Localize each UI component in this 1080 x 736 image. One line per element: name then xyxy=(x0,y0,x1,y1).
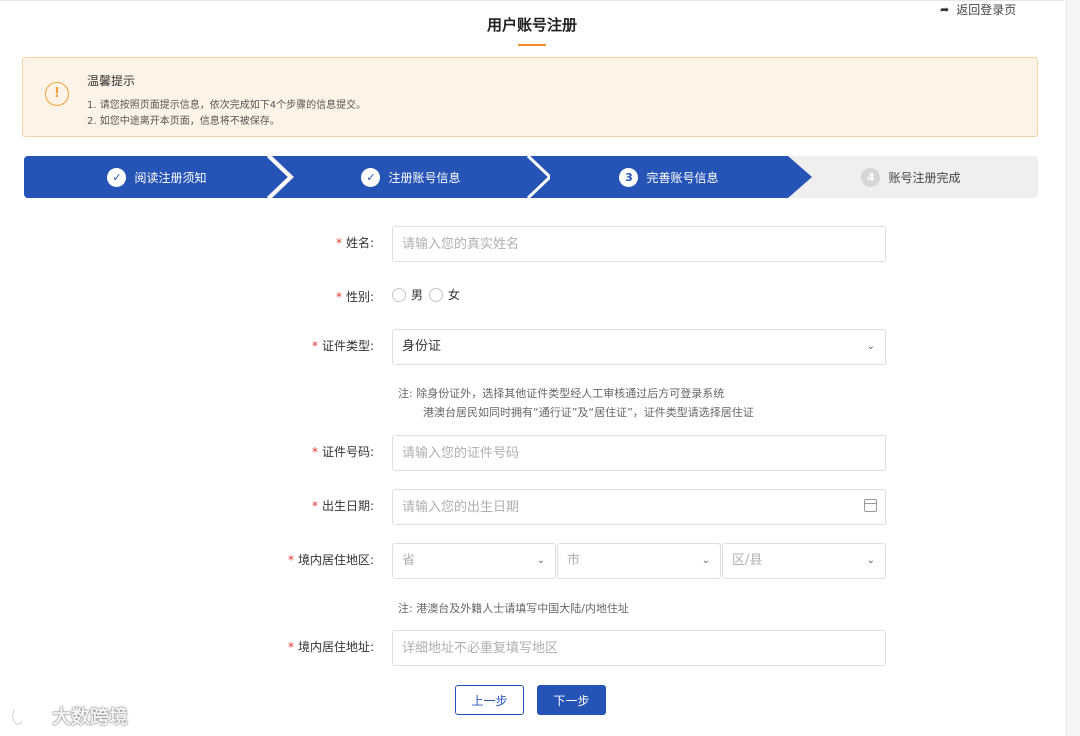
address-label: * 境内居住地址: xyxy=(287,640,374,654)
id-type-note: 注: 除身份证外，选择其他证件类型经人工审核通过后方可登录系统 xyxy=(398,387,725,400)
district-placeholder: 区/县 xyxy=(732,553,763,568)
step-number-badge: 3 xyxy=(619,167,639,187)
city-select[interactable]: 市 ⌄ xyxy=(557,543,721,579)
watermark-logo-icon xyxy=(11,707,45,725)
chevron-down-icon: ⌄ xyxy=(866,555,875,566)
watermark: 大数跨境 xyxy=(10,702,128,729)
calendar-icon[interactable] xyxy=(864,499,877,512)
id-type-select[interactable]: 身份证 ⌄ xyxy=(392,329,886,365)
prev-step-button[interactable]: 上一步 xyxy=(455,685,524,715)
birth-date-field xyxy=(392,489,886,525)
district-select[interactable]: 区/县 ⌄ xyxy=(722,543,886,579)
chevron-down-icon: ⌄ xyxy=(701,555,710,566)
step-number-badge: 4 xyxy=(861,167,881,187)
gender-male-radio[interactable] xyxy=(392,287,406,302)
city-placeholder: 市 xyxy=(567,553,581,568)
step-label: 账号注册完成 xyxy=(888,170,961,185)
address-input[interactable] xyxy=(392,630,886,666)
next-step-button[interactable]: 下一步 xyxy=(537,685,606,715)
region-label: * 境内居住地区: xyxy=(287,553,374,567)
chevron-down-icon: ⌄ xyxy=(536,555,545,566)
id-number-input[interactable] xyxy=(392,435,886,471)
check-icon: ✓ xyxy=(361,167,381,187)
scrollbar-track[interactable] xyxy=(1066,0,1080,736)
region-note: 注: 港澳台及外籍人士请填写中国大陆/内地住址 xyxy=(398,602,629,615)
gender-female-label[interactable]: 女 xyxy=(448,286,460,303)
watermark-text: 大数跨境 xyxy=(52,706,129,728)
step-label: 完善账号信息 xyxy=(646,170,719,185)
chevron-down-icon: ⌄ xyxy=(866,341,875,352)
id-type-note: 港澳台居民如同时拥有“通行证”及“居住证”，证件类型请选择居住证 xyxy=(423,406,754,419)
id-type-label: * 证件类型: xyxy=(311,339,374,353)
birth-date-input[interactable] xyxy=(392,489,886,525)
name-input[interactable] xyxy=(392,226,886,262)
province-placeholder: 省 xyxy=(402,553,416,568)
gender-male-label[interactable]: 男 xyxy=(411,286,423,303)
check-icon: ✓ xyxy=(107,167,127,187)
province-select[interactable]: 省 ⌄ xyxy=(392,543,556,579)
step-label: 注册账号信息 xyxy=(388,170,461,185)
id-type-value: 身份证 xyxy=(402,339,442,354)
birth-date-label: * 出生日期: xyxy=(311,499,374,513)
registration-form: *姓名: *性别: 男 女 *证件类型: 身份证 ⌄ 注: 除身份证外，选择其他… xyxy=(0,0,1064,736)
gender-label: * 性别: xyxy=(335,290,374,304)
id-number-label: * 证件号码: xyxy=(311,445,374,459)
name-label: * 姓名: xyxy=(335,236,374,250)
gender-female-radio[interactable] xyxy=(429,287,444,302)
step-label: 阅读注册须知 xyxy=(134,170,207,185)
gender-radio-group: 男 女 xyxy=(392,286,466,303)
